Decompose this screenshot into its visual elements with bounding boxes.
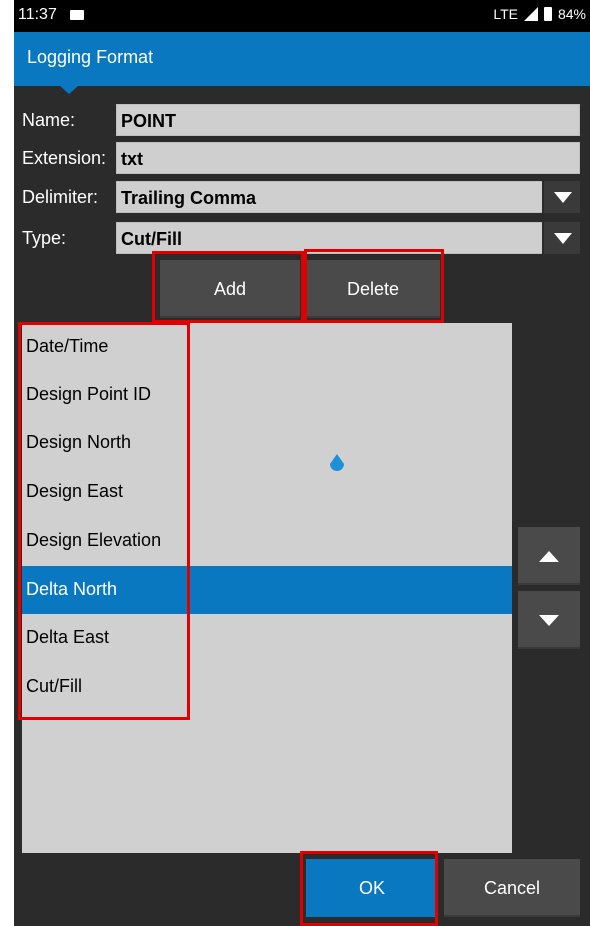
title-caret-icon bbox=[60, 86, 78, 94]
app-screen: 11:37 LTE 84% Logging Format Name: POINT… bbox=[14, 0, 590, 926]
battery-percent: 84% bbox=[557, 6, 586, 22]
delimiter-dropdown-chevron-icon[interactable] bbox=[542, 181, 580, 213]
move-up-arrow-icon bbox=[539, 551, 559, 562]
cancel-button[interactable]: Cancel bbox=[444, 859, 580, 917]
add-button[interactable]: Add bbox=[160, 260, 300, 318]
delimiter-select[interactable]: Trailing Comma bbox=[116, 181, 580, 213]
status-time: 11:37 bbox=[18, 6, 57, 23]
ok-button[interactable]: OK bbox=[306, 859, 438, 917]
list-item[interactable]: Design Point ID bbox=[22, 371, 512, 419]
move-down-arrow-icon bbox=[539, 615, 559, 626]
list-item-selected[interactable]: Delta North bbox=[22, 566, 512, 614]
fields-listbox[interactable]: Date/Time Design Point ID Design North D… bbox=[22, 323, 512, 853]
list-item[interactable]: Design Elevation bbox=[22, 517, 512, 565]
name-label: Name: bbox=[22, 110, 76, 130]
delimiter-label: Delimiter: bbox=[22, 187, 99, 207]
list-item[interactable]: Design North bbox=[22, 419, 512, 467]
extension-field[interactable]: txt bbox=[116, 142, 580, 174]
list-item[interactable]: Design East bbox=[22, 468, 512, 516]
title-bar: Logging Format bbox=[14, 32, 590, 94]
status-indicators: LTE 84% bbox=[493, 6, 586, 22]
signal-icon bbox=[523, 7, 538, 21]
cursor-drop-icon bbox=[330, 454, 344, 471]
move-up-button[interactable] bbox=[518, 527, 580, 585]
extension-label: Extension: bbox=[22, 148, 107, 168]
page-title: Logging Format bbox=[27, 47, 154, 67]
type-label: Type: bbox=[22, 228, 67, 248]
list-item[interactable]: Delta East bbox=[22, 614, 512, 662]
list-item[interactable]: Date/Time bbox=[22, 323, 512, 371]
cast-icon bbox=[70, 10, 84, 20]
type-dropdown-chevron-icon[interactable] bbox=[542, 222, 580, 254]
battery-icon bbox=[543, 7, 552, 21]
delete-button[interactable]: Delete bbox=[306, 260, 440, 318]
status-bar: 11:37 LTE 84% bbox=[14, 0, 590, 32]
network-type: LTE bbox=[493, 6, 518, 22]
list-item[interactable]: Cut/Fill bbox=[22, 663, 512, 711]
name-field[interactable]: POINT bbox=[116, 104, 580, 136]
move-down-button[interactable] bbox=[518, 591, 580, 649]
type-select[interactable]: Cut/Fill bbox=[116, 222, 580, 254]
